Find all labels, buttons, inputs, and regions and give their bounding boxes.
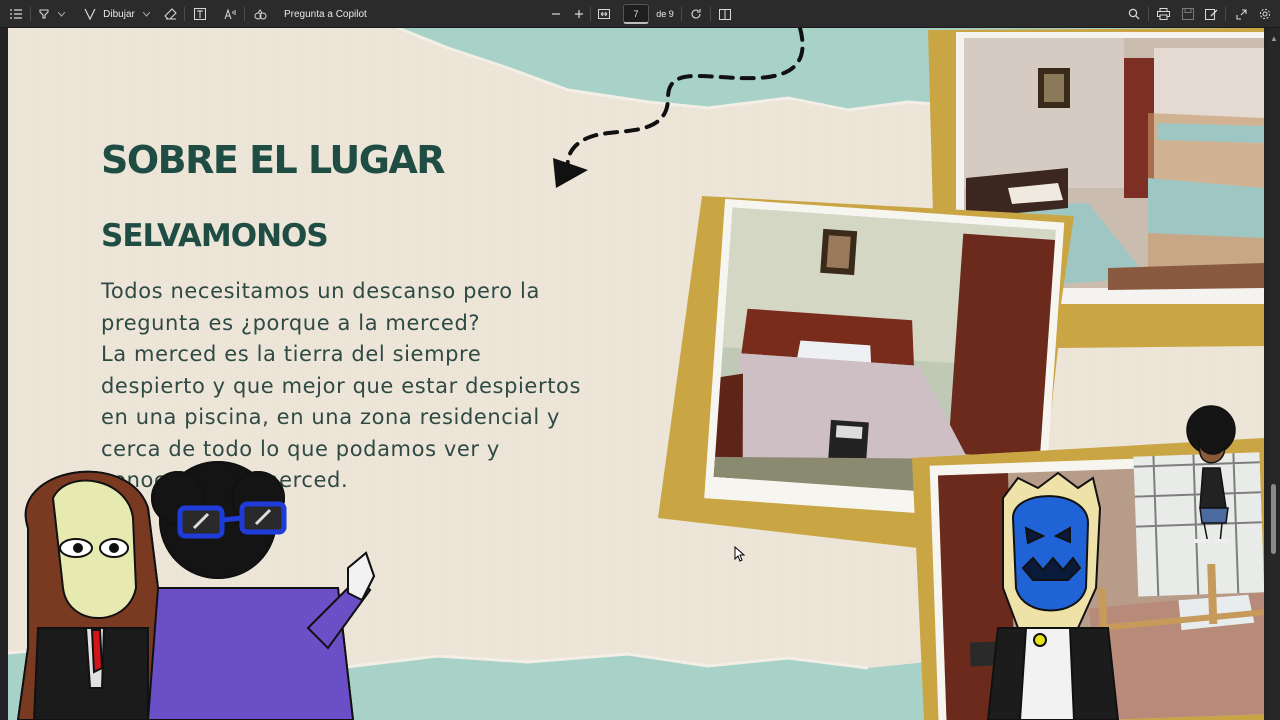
character-brown-hair [16, 470, 159, 720]
chevron-down-icon[interactable] [56, 0, 66, 28]
chevron-down-icon[interactable] [141, 0, 151, 28]
draw-button[interactable]: Dibujar [102, 0, 136, 28]
slide-subtitle: SELVAMONOS [101, 218, 329, 254]
slide-page: SOBRE EL LUGAR SELVAMONOS Todos necesita… [8, 28, 1264, 720]
zoom-out-icon[interactable] [549, 0, 563, 28]
page-number-input[interactable]: 7 [623, 4, 649, 24]
text-read-aloud-icon[interactable] [222, 0, 238, 28]
mouse-cursor-icon [734, 546, 746, 562]
body-line: Todos necesitamos un descanso pero la [101, 279, 540, 303]
save-icon[interactable] [1180, 0, 1196, 28]
zoom-in-icon[interactable] [572, 0, 586, 28]
body-line: despierto y que mejor que estar despiert… [101, 373, 582, 398]
page-total-label: de 9 [656, 9, 674, 19]
eraser-icon[interactable] [162, 0, 178, 28]
two-page-icon[interactable] [717, 0, 733, 28]
text-box-icon[interactable] [192, 0, 208, 28]
document-viewer[interactable]: SOBRE EL LUGAR SELVAMONOS Todos necesita… [0, 28, 1280, 720]
expand-icon[interactable] [1233, 0, 1249, 28]
ask-copilot-label: Pregunta a Copilot [284, 8, 367, 20]
vertical-scrollbar[interactable] [1268, 28, 1280, 720]
page-count: de 9 [654, 0, 676, 28]
search-icon[interactable] [1126, 0, 1142, 28]
body-line: conocer en la merced. [101, 468, 349, 492]
list-icon[interactable] [8, 0, 24, 28]
copilot-icon[interactable] [252, 0, 268, 28]
print-icon[interactable] [1155, 0, 1171, 28]
rotate-icon[interactable] [688, 0, 704, 28]
page-number-value: 7 [633, 8, 639, 19]
pdf-toolbar: Dibujar Pregunta a Copilot 7 de 9 [0, 0, 1280, 28]
edit-icon[interactable] [1203, 0, 1219, 28]
settings-icon[interactable] [1257, 0, 1273, 28]
body-line: La merced es la tierra del siempre [101, 342, 482, 366]
draw-label: Dibujar [103, 8, 135, 20]
body-line: cerca de todo lo que podamos ver y [101, 436, 500, 461]
fit-page-icon[interactable] [596, 0, 612, 28]
draw-icon[interactable] [82, 0, 98, 28]
slide-title: SOBRE EL LUGAR [101, 138, 446, 182]
slide-body-text: Todos necesitamos un descanso pero la pr… [101, 276, 641, 497]
ask-copilot-button[interactable]: Pregunta a Copilot [284, 0, 368, 28]
scrollbar-thumb[interactable] [1271, 484, 1276, 554]
body-line: en una piscina, en una zona residencial … [101, 405, 561, 429]
body-line: pregunta es ¿porque a la merced? [101, 310, 481, 335]
scroll-up-icon[interactable]: ▲ [1270, 34, 1278, 43]
highlighter-icon[interactable] [36, 0, 52, 28]
